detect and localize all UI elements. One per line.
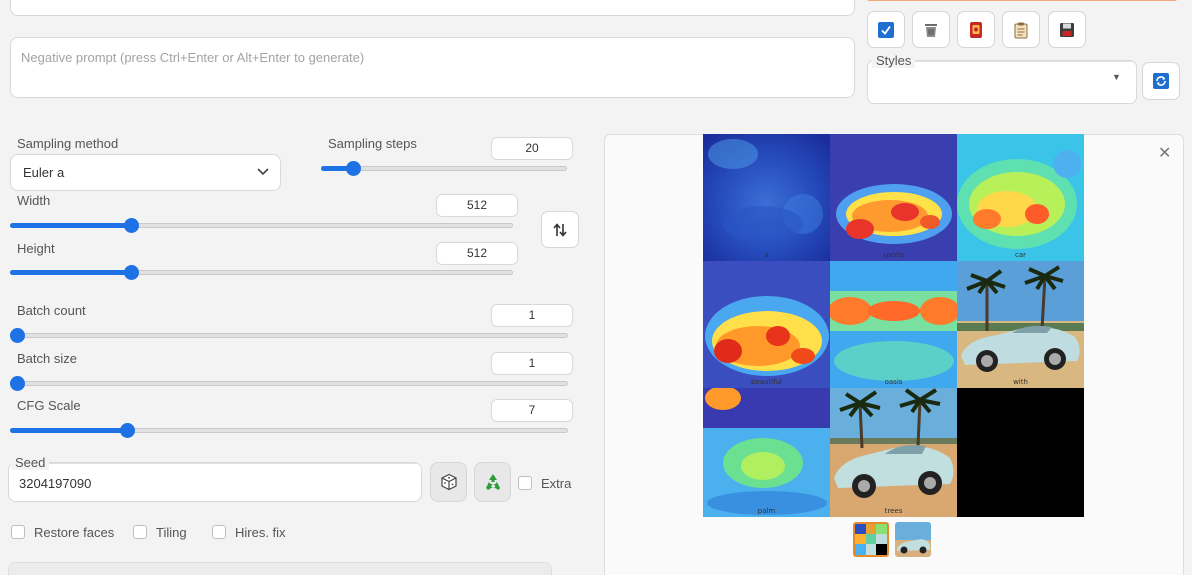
cfg-scale-input[interactable]: 7 [491,399,573,422]
sampling-method-dropdown[interactable]: Euler a [10,154,281,191]
cfg-scale-slider[interactable] [10,423,568,439]
swap-arrows-icon [553,222,567,237]
heatmap-caption: beautiful [750,378,782,386]
trash-button[interactable] [912,11,950,48]
trash-icon [925,23,937,37]
width-input[interactable]: 512 [436,194,518,217]
chevron-down-icon: ▼ [1112,72,1121,82]
sampling-method-value: Euler a [23,165,65,180]
width-label: Width [17,193,51,208]
empty-grid-cell [957,388,1084,517]
thumbnail-car[interactable] [895,522,931,557]
save-style-button[interactable] [1048,11,1086,48]
check-button[interactable] [867,11,905,48]
attention-heatmap-grid[interactable]: a sports car beautiful oasis with palm t… [703,134,1084,517]
heatmap-cell-oasis[interactable]: oasis [830,261,957,388]
slider-fill [10,223,131,228]
extra-seed-checkbox[interactable] [518,476,532,490]
restore-faces-checkbox[interactable] [11,525,25,539]
heatmap-caption: oasis [884,378,903,386]
thumbnail-grid[interactable] [853,522,889,557]
random-seed-button[interactable] [430,462,467,502]
batch-count-slider[interactable] [10,328,568,344]
extra-networks-button[interactable] [957,11,995,48]
heatmap-cell-sports[interactable]: sports [830,134,957,261]
gallery-thumbnails [853,522,931,557]
heatmap-cell-a[interactable]: a [703,134,830,261]
slider-thumb[interactable] [10,328,25,343]
paste-button[interactable] [1002,11,1040,48]
script-dropdown-edge[interactable] [8,562,552,575]
width-slider[interactable] [10,218,513,234]
slider-track[interactable] [10,381,568,386]
hires-fix-checkbox[interactable] [212,525,226,539]
styles-border-line [912,61,1132,62]
heatmap-cell-car[interactable]: car [957,134,1084,261]
sampling-method-label: Sampling method [17,136,119,151]
save-icon [1060,22,1074,37]
slider-thumb[interactable] [120,423,136,438]
tiling-label: Tiling [156,525,187,540]
negative-prompt-placeholder: Negative prompt (press Ctrl+Enter or Alt… [21,50,365,65]
heatmap-cell-palm[interactable]: palm [703,388,830,517]
tiling-checkbox[interactable] [133,525,147,539]
seed-value: 3204197090 [19,476,92,491]
close-icon[interactable]: ✕ [1158,143,1171,163]
clipboard-icon [1014,22,1028,38]
slider-thumb[interactable] [10,376,25,391]
sampling-steps-input[interactable]: 20 [491,137,573,160]
height-input[interactable]: 512 [436,242,518,265]
check-icon [878,21,894,38]
heatmap-caption: sports [882,251,905,259]
styles-label: Styles [872,53,916,68]
batch-size-label: Batch size [17,351,77,366]
seed-input[interactable]: 3204197090 [8,462,422,502]
slider-thumb[interactable] [123,265,139,280]
slider-fill [10,270,131,275]
generate-button-edge[interactable] [867,0,1177,1]
batch-size-input[interactable]: 1 [491,352,573,375]
slider-thumb[interactable] [345,161,361,176]
restore-faces-label: Restore faces [34,525,115,540]
dice-icon [440,473,457,491]
heatmap-cell-beautiful[interactable]: beautiful [703,261,830,388]
negative-prompt-textarea[interactable]: Negative prompt (press Ctrl+Enter or Alt… [10,37,855,98]
heatmap-caption: a [764,251,769,259]
batch-count-label: Batch count [17,303,86,318]
seed-border-line [48,463,418,464]
seed-label: Seed [11,455,50,470]
height-slider[interactable] [10,265,513,281]
photo-cell-with[interactable]: with [957,261,1084,388]
refresh-icon [1153,73,1169,89]
sampling-steps-label: Sampling steps [328,136,417,151]
refresh-styles-button[interactable] [1142,62,1180,100]
cfg-scale-label: CFG Scale [17,398,81,413]
recycle-icon [485,474,500,490]
batch-size-slider[interactable] [10,376,568,392]
heatmap-caption: palm [757,507,776,515]
hypernetwork-icon [970,21,982,38]
slider-thumb[interactable] [123,218,139,233]
heatmap-caption: trees [884,507,903,515]
extra-seed-label: Extra [541,476,572,491]
photo-cell-trees[interactable]: trees [830,388,957,517]
chevron-down-icon [257,164,269,179]
reuse-seed-button[interactable] [474,462,511,502]
heatmap-caption: car [1014,251,1027,259]
slider-track[interactable] [10,333,568,338]
height-label: Height [17,241,55,256]
prompt-textarea[interactable] [10,0,855,16]
batch-count-input[interactable]: 1 [491,304,573,327]
swap-dimensions-button[interactable] [541,211,579,248]
sampling-steps-slider[interactable] [321,161,567,177]
slider-fill [10,428,128,433]
hires-fix-label: Hires. fix [235,525,286,540]
heatmap-caption: with [1013,378,1028,386]
